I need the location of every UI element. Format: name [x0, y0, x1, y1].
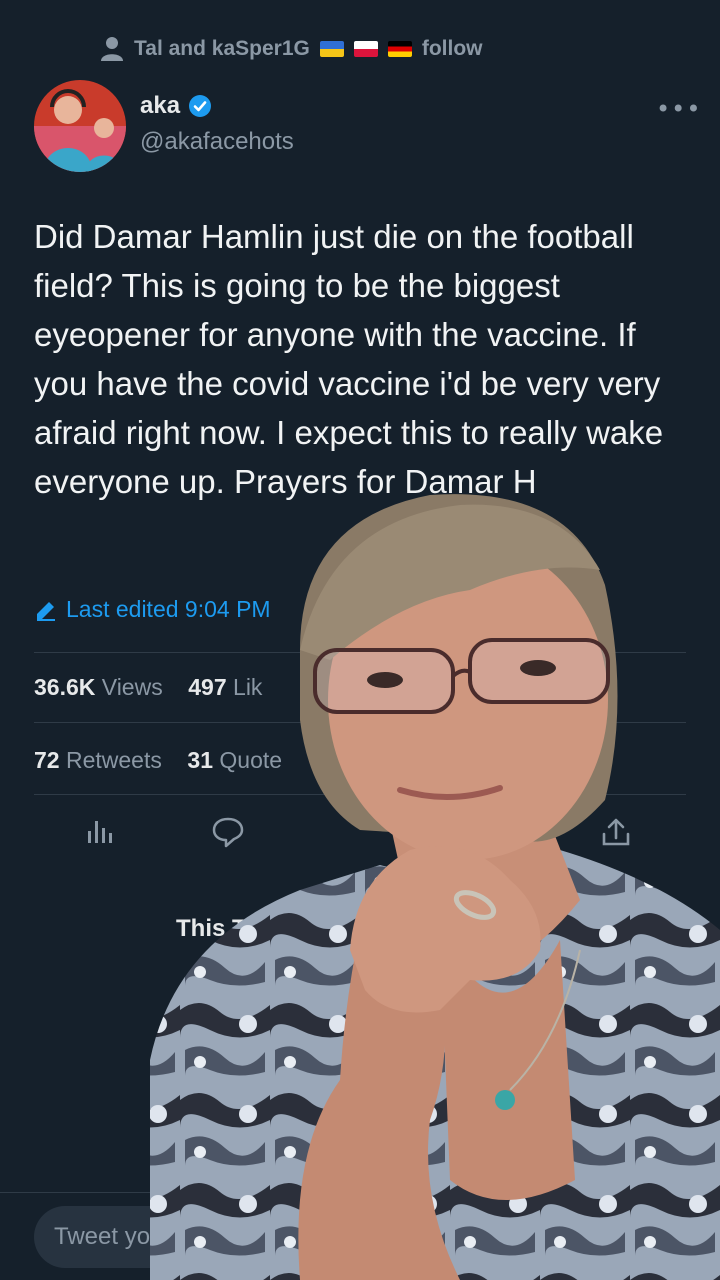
overlay-person-image — [150, 494, 720, 1280]
